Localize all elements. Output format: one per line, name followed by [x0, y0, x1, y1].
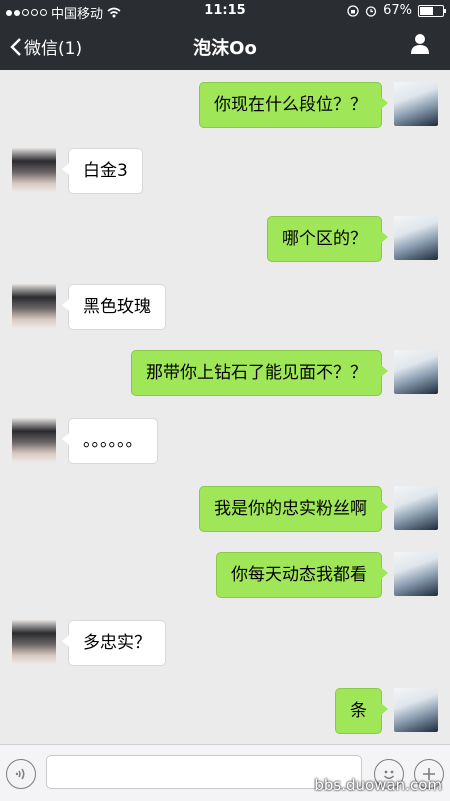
status-bar: 中国移动 11:15 67% — [0, 0, 450, 22]
contact-avatar[interactable] — [12, 620, 56, 664]
sent-message-bubble[interactable]: 我是你的忠实粉丝啊 — [199, 486, 388, 532]
message-row: 。。。。。。 — [0, 418, 450, 464]
contact-avatar[interactable] — [12, 284, 56, 328]
alarm-icon — [365, 5, 377, 17]
message-row: 哪个区的？ — [0, 216, 450, 262]
chat-area[interactable]: 你现在什么段位？？ 白金3 哪个区的？ 黑色玫瑰那带你上钻石了能见面不？？ 。。。。。。… — [0, 70, 450, 744]
profile-button[interactable] — [410, 33, 430, 59]
message-row: 条 — [0, 688, 450, 734]
message-row: 白金3 — [0, 148, 450, 194]
voice-button[interactable] — [6, 759, 36, 789]
message-row: 多忠实？ — [0, 620, 450, 666]
my-avatar[interactable] — [394, 82, 438, 126]
nav-bar: 微信(1) 泡沫Oo — [0, 22, 450, 70]
orientation-lock-icon — [347, 4, 359, 17]
message-row: 黑色玫瑰 — [0, 284, 450, 330]
message-row: 你每天动态我都看 — [0, 552, 450, 598]
message-row: 那带你上钻石了能见面不？？ — [0, 350, 450, 396]
voice-icon — [15, 768, 25, 780]
received-message-bubble[interactable]: 。。。。。。 — [62, 418, 158, 464]
my-avatar[interactable] — [394, 688, 438, 732]
message-row: 我是你的忠实粉丝啊 — [0, 486, 450, 532]
watermark: bbs.duowan.com — [314, 776, 442, 794]
received-message-bubble[interactable]: 多忠实？ — [62, 620, 166, 666]
person-icon — [411, 34, 429, 54]
sent-message-bubble[interactable]: 哪个区的？ — [267, 216, 388, 262]
sent-message-bubble[interactable]: 条 — [335, 688, 388, 734]
sent-message-bubble[interactable]: 你每天动态我都看 — [216, 552, 388, 598]
battery-percent: 67% — [383, 3, 412, 18]
sent-message-bubble[interactable]: 你现在什么段位？？ — [199, 82, 388, 128]
my-avatar[interactable] — [394, 350, 438, 394]
contact-avatar[interactable] — [12, 418, 56, 462]
battery-icon — [418, 4, 446, 17]
sent-message-bubble[interactable]: 那带你上钻石了能见面不？？ — [131, 350, 388, 396]
received-message-bubble[interactable]: 白金3 — [62, 148, 143, 194]
my-avatar[interactable] — [394, 216, 438, 260]
contact-avatar[interactable] — [12, 148, 56, 192]
received-message-bubble[interactable]: 黑色玫瑰 — [62, 284, 166, 330]
my-avatar[interactable] — [394, 552, 438, 596]
my-avatar[interactable] — [394, 486, 438, 530]
message-row: 你现在什么段位？？ — [0, 82, 450, 128]
chat-title: 泡沫Oo — [193, 38, 257, 59]
status-right: 67% — [347, 3, 446, 18]
